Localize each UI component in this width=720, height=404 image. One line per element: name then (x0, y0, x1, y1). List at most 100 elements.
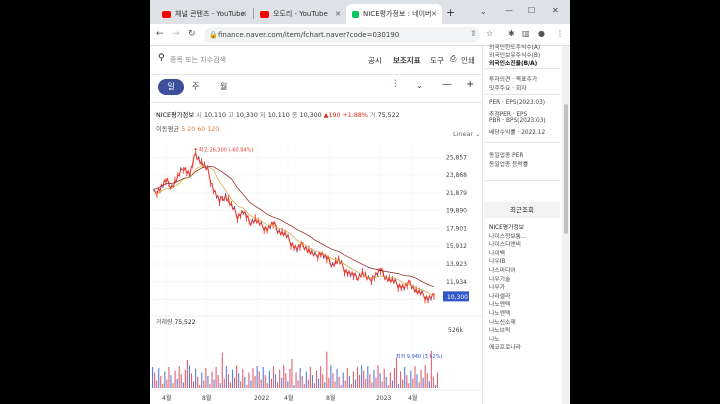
price-chart[interactable]: 25,857 23,868 21,879 19,890 17,901 15,912 13,9… (150, 132, 483, 404)
tab-search-icon[interactable]: ⌄ (480, 7, 487, 16)
zoom-out-icon[interactable]: — (442, 79, 452, 90)
volume-bar (193, 381, 195, 388)
close-window-icon[interactable]: ✕ (552, 6, 559, 15)
change-value: ▲190 (323, 112, 341, 119)
period-month[interactable]: 월 (220, 81, 227, 92)
chevron-down-icon[interactable]: ⌄ (416, 81, 423, 90)
ohlc-readout: NICE평가정보 시 10,110 고 10,330 저 10,110 종 10… (156, 110, 400, 119)
recent-item[interactable]: 에코프로나라 (489, 342, 521, 351)
volume-bar (277, 382, 279, 388)
volume-bar (342, 372, 344, 388)
scrollbar-thumb[interactable] (564, 104, 568, 234)
minimize-icon[interactable]: — (505, 6, 513, 15)
volume-bar (195, 368, 197, 388)
volume-bar (254, 376, 256, 388)
side-item[interactable]: 밋주주요 · 회자 (489, 83, 527, 92)
tab-title: 오도리 - YouTube (273, 10, 328, 18)
volume-bar (176, 378, 178, 388)
divider (484, 94, 560, 95)
tools-menu[interactable]: 도구 (430, 55, 444, 66)
reload-icon[interactable]: ↻ (188, 29, 196, 39)
volume-bar (279, 369, 281, 388)
lock-icon: 🔒 (209, 31, 218, 39)
close-icon[interactable]: ✕ (431, 10, 437, 18)
close-label: 종 (291, 112, 298, 119)
tab-title: 채널 콘텐츠 - YouTube (175, 10, 245, 18)
side-item[interactable]: PER · EPS(2023.03) (489, 100, 545, 106)
volume-bar (313, 383, 316, 388)
volume-bar (293, 385, 295, 388)
volume-bar (170, 375, 172, 388)
side-item[interactable]: 동일업종 등락률 (489, 159, 528, 168)
open-value: 10,110 (203, 112, 226, 119)
menu-icon[interactable]: ⋮ (556, 29, 564, 38)
ma-line-long (153, 166, 435, 288)
divider (150, 102, 483, 103)
side-item[interactable]: 배당수익률 · 2022.12 (489, 127, 545, 136)
volume-value: 75,522 (377, 112, 400, 119)
stock-search[interactable]: ⚲ 종목 또는 지수검색 공시 보조지표 도구 ⎙ 인쇄 (150, 52, 483, 70)
period-week[interactable]: 주 (192, 81, 199, 92)
candle-type-icon[interactable]: ⫶ (394, 79, 397, 90)
side-item[interactable]: 추정PER · EPS (489, 109, 527, 118)
volume-bar (428, 381, 430, 388)
volume-bar (326, 351, 328, 388)
volume-bar (289, 368, 291, 388)
tab-youtube-odori[interactable]: 오도리 - YouTube ✕ (254, 4, 346, 24)
volume-bar (238, 373, 240, 388)
current-price-label: 10,300 (447, 294, 468, 301)
zoom-in-icon[interactable]: + (466, 79, 474, 90)
divider (484, 68, 560, 69)
share-icon[interactable]: ⇪ (470, 29, 477, 38)
sidepanel-icon[interactable]: ▥ (522, 29, 530, 38)
page-content: ⚲ 종목 또는 지수검색 공시 보조지표 도구 ⎙ 인쇄 일 주 월 ⫶ ⌄ —… (150, 45, 570, 404)
period-day[interactable]: 일 (158, 79, 184, 95)
y-tick-label: 17,901 (446, 225, 467, 232)
volume-bar (227, 374, 229, 388)
volume-bar (307, 379, 309, 388)
volume-bar (367, 366, 369, 388)
volume-bar (346, 367, 348, 388)
volume-bar (236, 365, 238, 388)
volume-bar (414, 366, 416, 388)
volume-bar (393, 367, 395, 388)
forward-icon[interactable]: → (172, 29, 180, 39)
maximize-icon[interactable]: ☐ (528, 6, 535, 15)
notice-menu[interactable]: 공시 (368, 55, 382, 66)
volume-bar (389, 372, 391, 388)
search-input[interactable]: 종목 또는 지수검색 (170, 55, 226, 65)
recent-header[interactable]: 최근조회 (484, 202, 560, 218)
url-text: finance.naver.com/item/fchart.naver?code… (218, 31, 400, 39)
stock-name: NICE평가정보 (156, 112, 195, 119)
new-tab-button[interactable]: + (446, 6, 455, 19)
tab-youtube-channel[interactable]: 채널 콘텐츠 - YouTube ✕ (156, 4, 252, 24)
print-menu[interactable]: 인쇄 (461, 55, 475, 66)
extensions-icon[interactable]: ✱ (508, 29, 515, 38)
side-item[interactable]: 동일업종 PER (489, 150, 523, 159)
close-icon[interactable]: ✕ (241, 10, 247, 18)
url-field[interactable]: 🔒 finance.naver.com/item/fchart.naver?co… (204, 27, 480, 43)
side-item[interactable]: 투자의견 · 목표주가 (489, 74, 537, 83)
star-icon[interactable]: ☆ (486, 29, 493, 38)
tab-bar: 채널 콘텐츠 - YouTube ✕ 오도리 - YouTube ✕ NICE평… (150, 0, 570, 24)
indicator-menu[interactable]: 보조지표 (393, 55, 421, 66)
volume-panel-label: 거래량 75,522 (156, 318, 196, 326)
divider (484, 142, 560, 143)
tab-nice-naver[interactable]: NICE평가정보 : 네이버 ✕ (346, 4, 442, 24)
naver-icon (352, 10, 359, 18)
volume-bar (180, 374, 182, 388)
volume-bar (207, 376, 209, 388)
volume-bar (406, 375, 408, 388)
side-item[interactable]: PBR · BPS(2023.03) (489, 118, 546, 124)
print-icon[interactable]: ⎙ (450, 54, 456, 64)
back-icon[interactable]: ← (156, 29, 164, 39)
volume-bar (283, 365, 285, 388)
volume-bar (188, 365, 190, 388)
profile-icon[interactable]: ● (538, 29, 545, 38)
volume-bar (281, 377, 283, 388)
volume-bar (287, 381, 289, 388)
volume-bar (219, 383, 221, 388)
volume-bar (377, 365, 379, 388)
volume-bar (211, 371, 213, 388)
close-icon[interactable]: ✕ (335, 10, 341, 18)
